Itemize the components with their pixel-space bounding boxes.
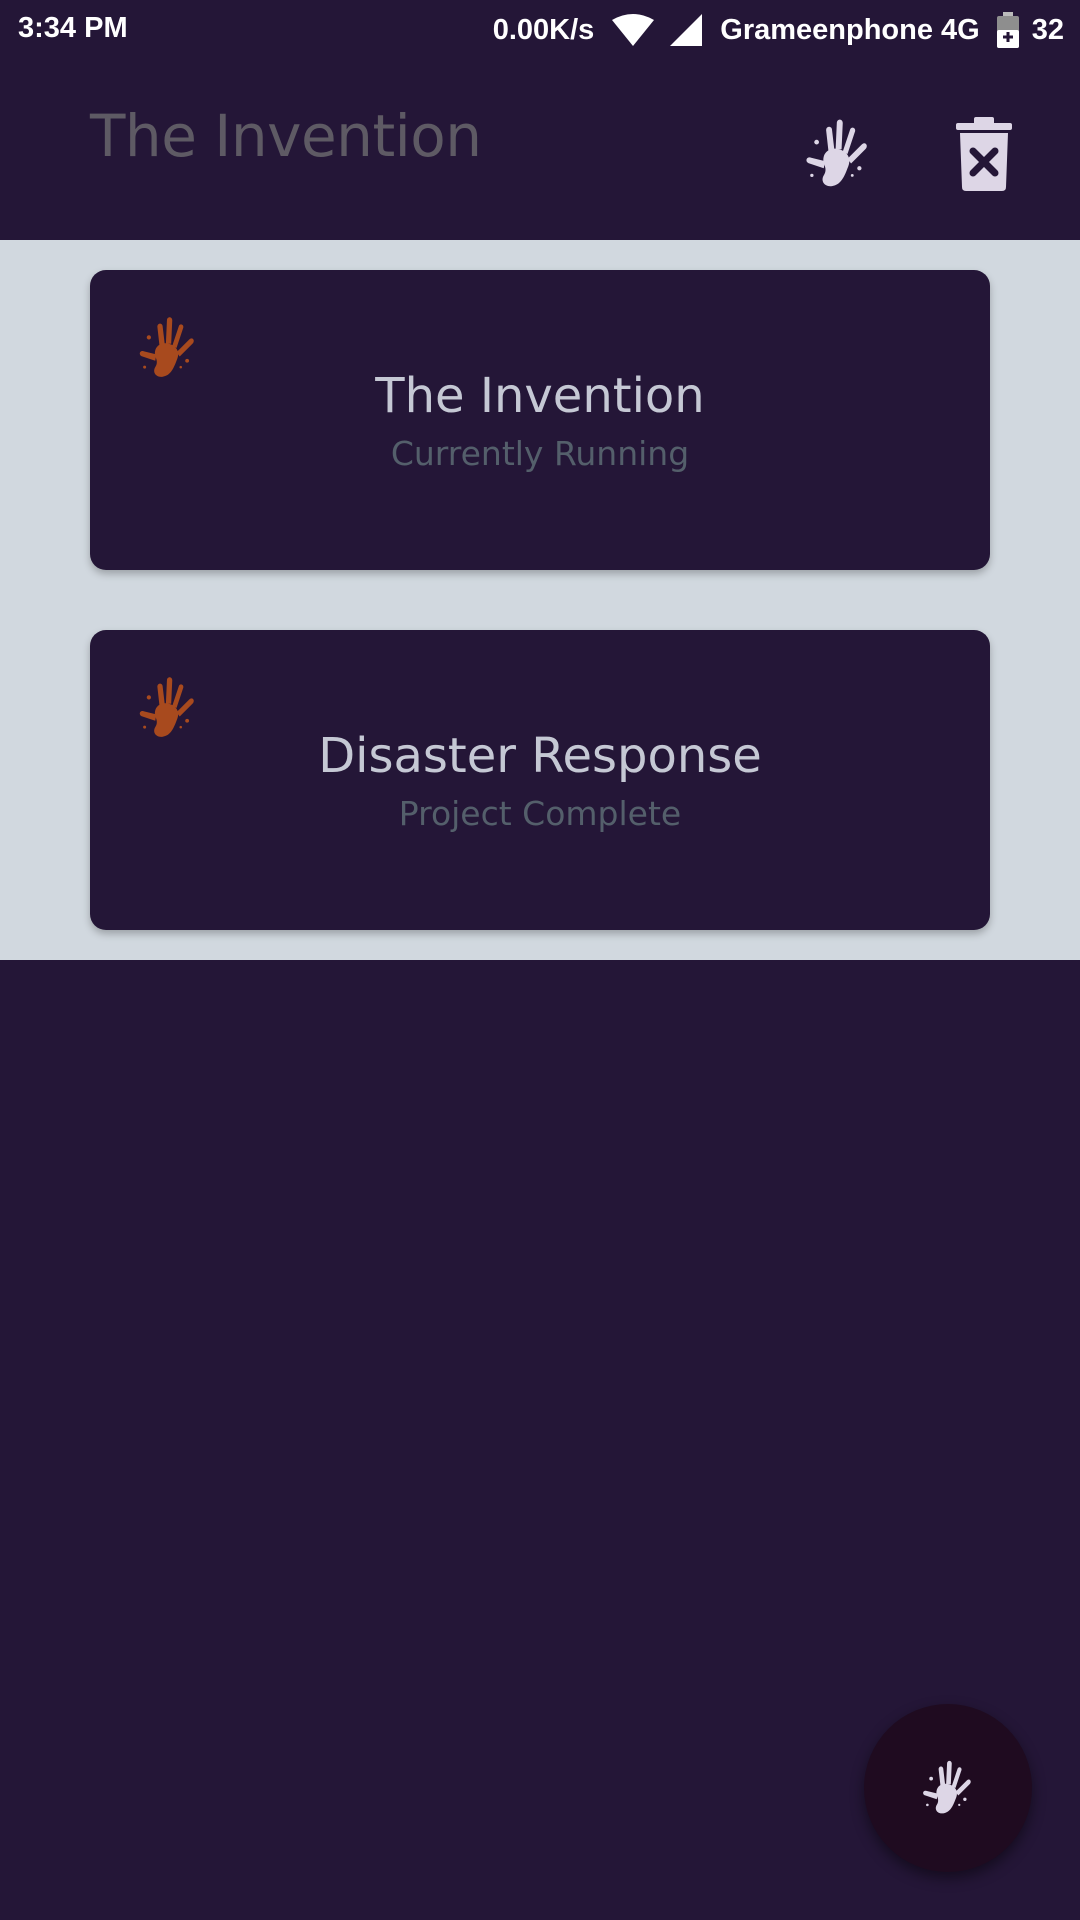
status-bar: 3:34 PM 0.00K/s Grameenphone 4G 32 (0, 0, 1080, 60)
status-right: 0.00K/s Grameenphone 4G 32 (493, 12, 1064, 48)
project-card[interactable]: Disaster Response Project Complete (90, 630, 990, 930)
screen: 3:34 PM 0.00K/s Grameenphone 4G 32 The I… (0, 0, 1080, 1920)
battery-icon (996, 12, 1019, 48)
project-title: Disaster Response (318, 728, 762, 784)
app-bar: The Invention (0, 60, 1080, 240)
project-card[interactable]: The Invention Currently Running (90, 270, 990, 570)
carrier-name: Grameenphone 4G (720, 13, 980, 46)
project-title: The Invention (375, 368, 705, 424)
battery-level: 32 (1031, 13, 1064, 46)
net-speed: 0.00K/s (492, 13, 595, 46)
project-status: Project Complete (398, 794, 682, 833)
project-status: Currently Running (390, 434, 690, 473)
status-time: 3:34 PM (18, 12, 128, 44)
hand-icon (800, 116, 876, 192)
app-title: The Invention (90, 102, 482, 170)
hand-action-button[interactable] (796, 112, 880, 196)
fab-button[interactable] (864, 1704, 1032, 1872)
wifi-icon (612, 14, 655, 46)
project-list: The Invention Currently Running Disaster… (0, 240, 1080, 960)
delete-icon (956, 117, 1012, 191)
signal-icon (670, 14, 703, 46)
delete-button[interactable] (948, 112, 1020, 196)
hand-icon (918, 1758, 978, 1818)
